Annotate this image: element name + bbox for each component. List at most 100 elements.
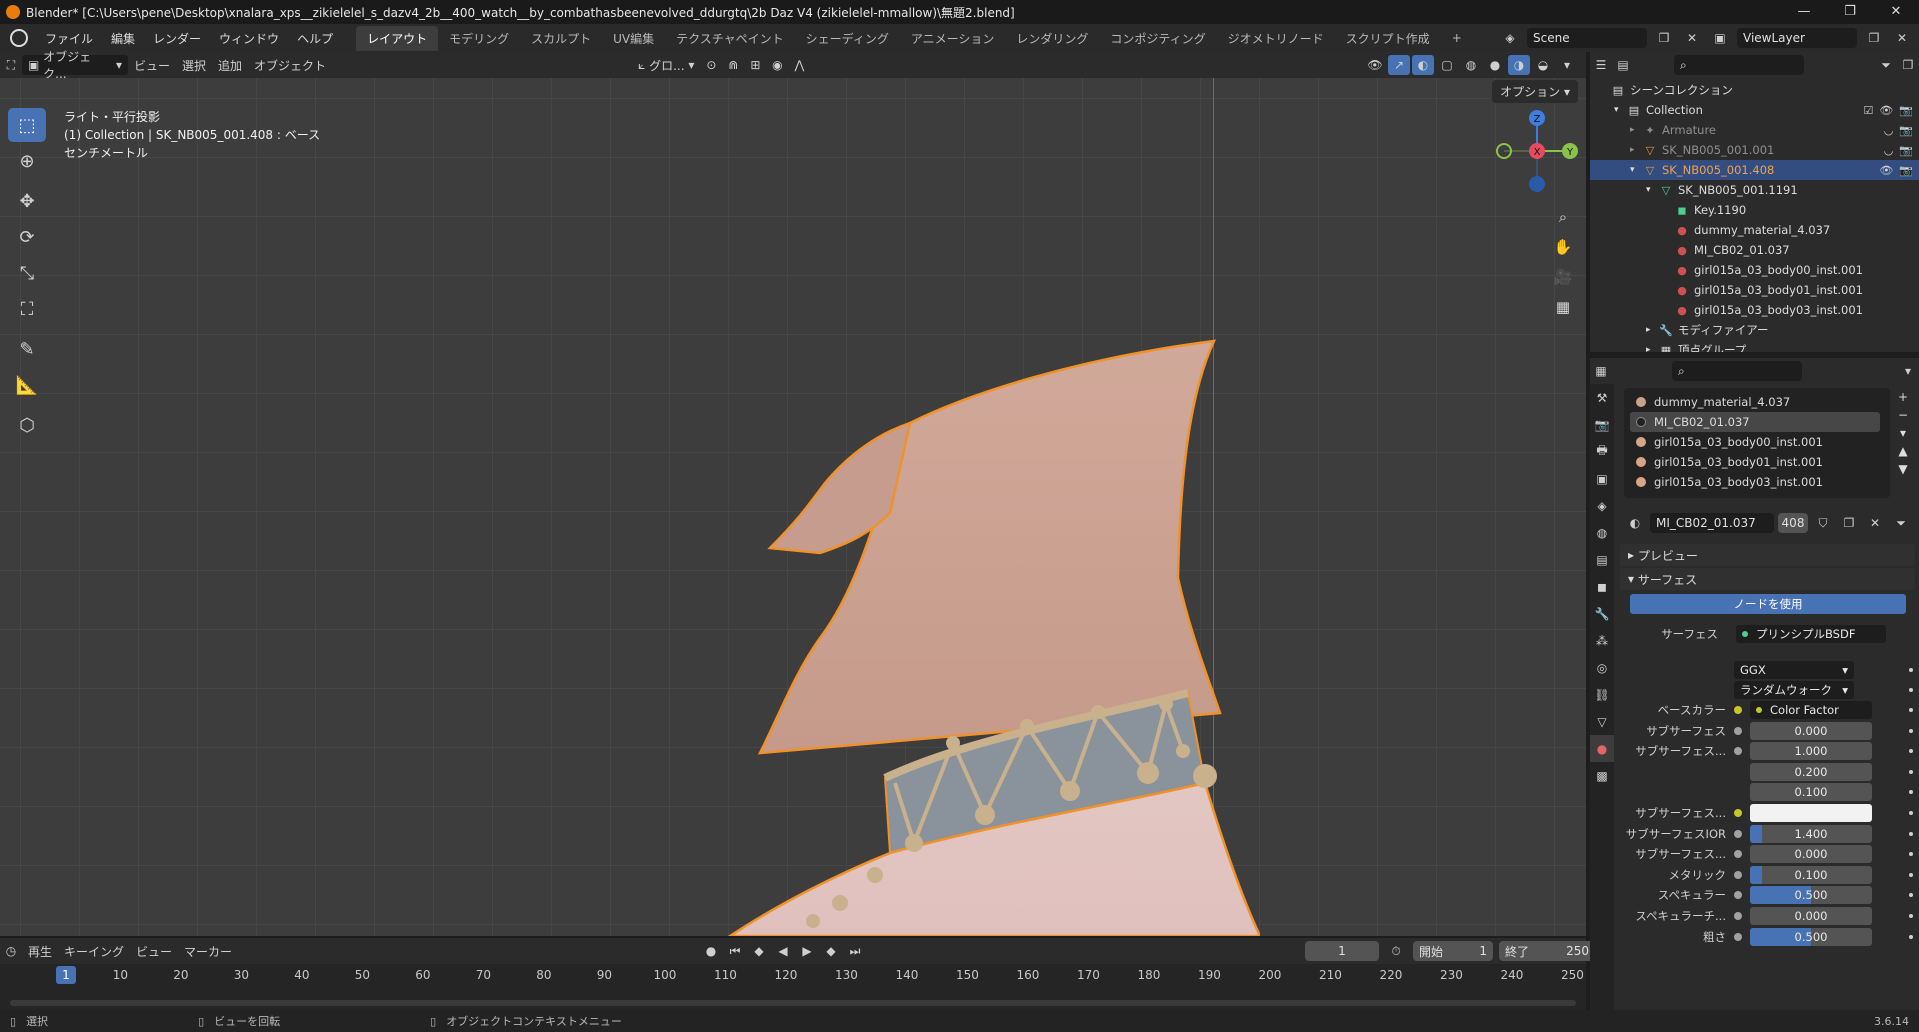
checkbox-icon[interactable]: ☑ (1863, 104, 1873, 117)
socket-icon[interactable] (1734, 932, 1742, 941)
menu-file[interactable]: ファイル (36, 30, 102, 47)
timeline-editor-type-icon[interactable]: ◷ (0, 941, 22, 961)
expand-arrow-icon[interactable]: ▾ (1614, 105, 1626, 115)
outliner-row-sk-001[interactable]: ▸ ▽ SK_NB005_001.001 ◡ 📷 (1590, 140, 1919, 160)
expand-arrow-icon[interactable]: ▾ (1630, 165, 1642, 175)
xray-icon[interactable]: ▢ (1436, 55, 1458, 75)
subsurface-method-dropdown[interactable]: ランダムウォーク ▾ (1734, 681, 1854, 699)
expand-arrow-icon[interactable]: ▸ (1646, 345, 1658, 352)
socket-icon[interactable] (1734, 706, 1742, 714)
slot-menu-icon[interactable]: ▾ (1894, 426, 1912, 440)
camera-view-icon[interactable]: 🎥 (1548, 264, 1578, 290)
gizmo-toggle-icon[interactable]: ↗ (1388, 55, 1410, 75)
keyframe-dot-icon[interactable] (1909, 831, 1913, 836)
expand-arrow-icon[interactable]: ▸ (1630, 125, 1642, 135)
material-tab-icon[interactable]: ● (1590, 735, 1614, 762)
next-keyframe-icon[interactable]: ◆ (820, 941, 842, 961)
keyframe-dot-icon[interactable] (1909, 914, 1913, 918)
camera-icon[interactable]: 📷 (1899, 164, 1913, 177)
3d-viewport[interactable]: ライト・平行投影 (1) Collection | SK_NB005_001.4… (0, 78, 1586, 936)
keyframe-dot-icon[interactable] (1909, 668, 1913, 672)
socket-icon[interactable] (1734, 726, 1742, 735)
record-icon[interactable]: ● (700, 941, 722, 961)
socket-icon[interactable] (1734, 850, 1742, 859)
outliner-row-shape-key[interactable]: ◼ Key.1190 (1590, 200, 1919, 220)
close-button[interactable]: ✕ (1873, 0, 1919, 24)
link-type-icon[interactable]: ⏷ (1890, 513, 1912, 533)
socket-icon[interactable] (1734, 747, 1742, 756)
keyframe-dot-icon[interactable] (1909, 728, 1913, 733)
scene-selector-icon[interactable]: ◈ (1499, 28, 1521, 48)
minimize-button[interactable]: — (1781, 0, 1827, 24)
outliner-editor-type-icon[interactable]: ☰ (1590, 55, 1612, 75)
scale-tool[interactable]: ⤡ (8, 256, 46, 290)
tab-animation[interactable]: アニメーション (900, 26, 1006, 51)
number-field[interactable]: 0.100 (1750, 865, 1872, 884)
timeline-menu-playback[interactable]: 再生 (22, 941, 58, 961)
color-swatch-field[interactable] (1750, 804, 1872, 822)
shading-wireframe-icon[interactable]: ◍ (1460, 55, 1482, 75)
select-box-tool[interactable]: ⬚ (8, 108, 46, 142)
jump-start-icon[interactable]: ⏮ (724, 941, 746, 961)
display-mode-icon[interactable]: ▤ (1612, 55, 1634, 75)
snap-icon[interactable]: ⋒ (722, 55, 744, 75)
tab-modeling[interactable]: モデリング (438, 26, 520, 51)
surface-panel-header[interactable]: ▾ サーフェス (1620, 568, 1915, 590)
keyframe-dot-icon[interactable] (1909, 790, 1913, 795)
camera-icon[interactable]: 📷 (1899, 124, 1913, 137)
move-down-icon[interactable]: ▼ (1894, 462, 1912, 476)
navigation-gizmo[interactable]: Z Y X (1496, 110, 1578, 192)
camera-icon[interactable]: 📷 (1899, 144, 1913, 157)
duplicate-material-icon[interactable]: ❐ (1838, 513, 1860, 533)
object-tab-icon[interactable]: ◼ (1590, 573, 1614, 600)
start-frame-field[interactable]: 開始 1 (1413, 941, 1493, 961)
shading-material-icon[interactable]: ◑ (1508, 55, 1530, 75)
outliner-row-sk-408[interactable]: ▾ ▽ SK_NB005_001.408 👁 📷 (1590, 160, 1919, 180)
number-field[interactable]: 1.400 (1750, 824, 1872, 843)
shading-options-icon[interactable]: ▾ (1556, 55, 1578, 75)
keyframe-dot-icon[interactable] (1909, 708, 1913, 712)
outliner-row-material-body03[interactable]: ● girl015a_03_body03_inst.001 (1590, 300, 1919, 320)
camera-icon[interactable]: 📷 (1899, 104, 1913, 117)
material-slot[interactable]: MI_CB02_01.037 (1630, 412, 1880, 432)
keyframe-dot-icon[interactable] (1909, 893, 1913, 898)
pan-hand-icon[interactable]: ✋ (1548, 234, 1578, 260)
linked-input-field[interactable]: Color Factor (1750, 701, 1872, 719)
properties-search-input[interactable]: ⌕ (1672, 361, 1802, 381)
timeline-menu-view[interactable]: ビュー (130, 941, 178, 961)
data-tab-icon[interactable]: ▽ (1590, 708, 1614, 735)
collection-tab-icon[interactable]: ▤ (1590, 546, 1614, 573)
proportional-falloff-icon[interactable]: ⋀ (788, 55, 810, 75)
outliner-row-scene-collection[interactable]: ▤ シーンコレクション (1590, 80, 1919, 100)
material-slot[interactable]: girl015a_03_body03_inst.001 (1630, 472, 1880, 492)
texture-tab-icon[interactable]: ▩ (1590, 762, 1614, 789)
new-view-layer-icon[interactable]: ❐ (1863, 28, 1885, 48)
scene-field[interactable]: Scene (1527, 28, 1647, 48)
rotate-tool[interactable]: ⟳ (8, 220, 46, 254)
editor-type-icon[interactable]: ⛶ (0, 55, 22, 75)
use-nodes-button[interactable]: ノードを使用 (1630, 594, 1906, 614)
expand-arrow-icon[interactable]: ▸ (1630, 145, 1642, 155)
remove-slot-icon[interactable]: − (1894, 408, 1912, 422)
material-user-count[interactable]: 408 (1778, 513, 1808, 533)
add-workspace-button[interactable]: + (1441, 27, 1473, 49)
move-up-icon[interactable]: ▲ (1894, 444, 1912, 458)
properties-editor-type-icon[interactable]: ▦ (1590, 361, 1612, 381)
frame-ruler[interactable]: 1 10 20 30 40 50 60 70 80 90 100 110 120 130 140 150 160… (0, 964, 1586, 988)
unlink-material-icon[interactable]: ✕ (1864, 513, 1886, 533)
timeline-scrollbar[interactable] (10, 1000, 1576, 1006)
outliner-row-mesh-data[interactable]: ▾ ▽ SK_NB005_001.1191 (1590, 180, 1919, 200)
particles-tab-icon[interactable]: ⁂ (1590, 627, 1614, 654)
socket-icon[interactable] (1734, 912, 1742, 920)
maximize-button[interactable]: ❐ (1827, 0, 1873, 24)
outliner-row-material-body01[interactable]: ● girl015a_03_body01_inst.001 (1590, 280, 1919, 300)
keyframe-dot-icon[interactable] (1909, 769, 1913, 774)
view-layer-field[interactable]: ViewLayer (1737, 28, 1857, 48)
shading-rendered-icon[interactable]: ◒ (1532, 55, 1554, 75)
world-tab-icon[interactable]: ◍ (1590, 519, 1614, 546)
move-tool[interactable]: ✥ (8, 184, 46, 218)
modifier-tab-icon[interactable]: 🔧 (1590, 600, 1614, 627)
physics-tab-icon[interactable]: ◎ (1590, 654, 1614, 681)
zoom-icon[interactable]: ⌕ (1548, 204, 1578, 230)
keyframe-dot-icon[interactable] (1909, 934, 1913, 939)
